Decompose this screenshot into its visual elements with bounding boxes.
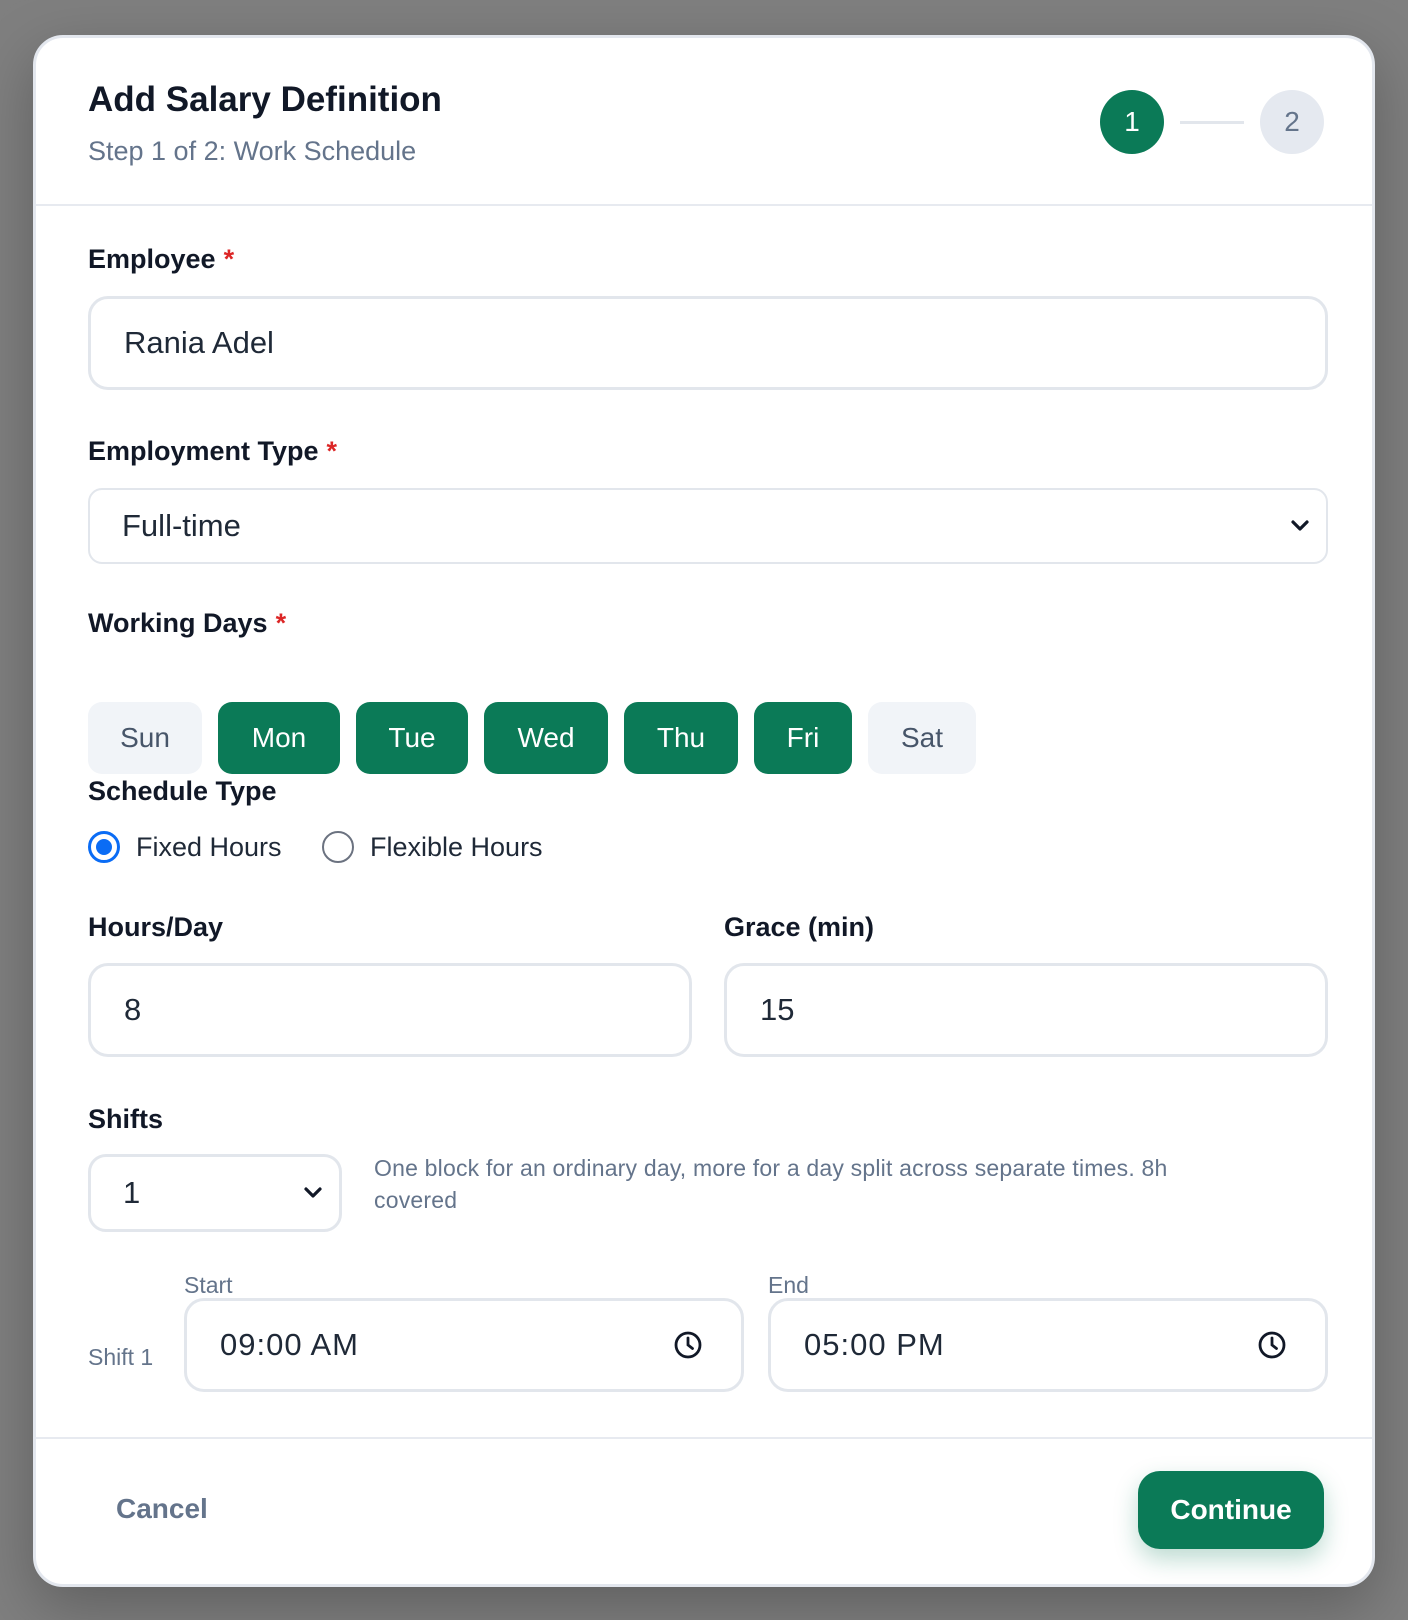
day-toggle-mon[interactable]: Mon — [218, 702, 340, 774]
shift-name-label: Shift 1 — [88, 1344, 154, 1370]
shift-start-label: Start — [184, 1272, 233, 1298]
schedule-type-label: Schedule Type — [88, 776, 277, 806]
required-mark: * — [275, 608, 287, 638]
employment-type-select[interactable]: Full-time — [88, 488, 1328, 564]
employee-label-text: Employee — [88, 244, 216, 274]
radio-fixed-hours-label: Fixed Hours — [136, 831, 282, 862]
grace-label: Grace (min) — [724, 912, 875, 942]
cancel-button[interactable]: Cancel — [116, 1493, 208, 1525]
modal-header: Add Salary Definition Step 1 of 2: Work … — [36, 38, 1372, 206]
radio-flexible-hours-label: Flexible Hours — [370, 831, 543, 862]
radio-fixed-hours[interactable]: Fixed Hours — [88, 831, 282, 863]
modal-subtitle: Step 1 of 2: Work Schedule — [88, 136, 417, 166]
shifts-count-value: 1 — [123, 1175, 141, 1210]
chevron-down-icon — [304, 1187, 322, 1198]
step-connector — [1180, 120, 1244, 124]
employment-type-value: Full-time — [122, 508, 241, 543]
employment-type-label: Employment Type * — [88, 436, 337, 467]
step-2-indicator: 2 — [1260, 90, 1324, 154]
radio-button-checked[interactable] — [88, 831, 120, 863]
required-mark: * — [223, 244, 235, 274]
day-toggle-fri[interactable]: Fri — [754, 702, 852, 774]
hours-per-day-label: Hours/Day — [88, 912, 224, 942]
working-days-label-text: Working Days — [88, 608, 268, 638]
day-toggle-wed[interactable]: Wed — [484, 702, 608, 774]
clock-icon[interactable] — [1257, 1330, 1287, 1360]
shift-end-value: 05:00 PM — [804, 1327, 945, 1362]
employee-label: Employee * — [88, 244, 234, 275]
grace-value: 15 — [760, 992, 795, 1027]
required-mark: * — [326, 436, 338, 466]
employee-input[interactable]: Rania Adel — [88, 296, 1328, 390]
shift-start-value: 09:00 AM — [220, 1327, 359, 1362]
day-toggle-sat[interactable]: Sat — [868, 702, 976, 774]
hours-per-day-input[interactable]: 8 — [88, 963, 692, 1057]
grace-input[interactable]: 15 — [724, 963, 1328, 1057]
employee-value: Rania Adel — [124, 325, 274, 360]
modal-title: Add Salary Definition — [88, 80, 442, 119]
chevron-down-icon — [1291, 520, 1309, 531]
stepper: 1 2 — [1100, 90, 1324, 154]
modal-footer: Cancel Continue — [36, 1437, 1372, 1584]
shift-end-label: End — [768, 1272, 809, 1298]
day-toggle-sun[interactable]: Sun — [88, 702, 202, 774]
salary-definition-modal: Add Salary Definition Step 1 of 2: Work … — [33, 35, 1375, 1587]
hours-per-day-value: 8 — [124, 992, 142, 1027]
radio-flexible-hours[interactable]: Flexible Hours — [322, 831, 543, 863]
clock-icon[interactable] — [673, 1330, 703, 1360]
shift-end-time-input[interactable]: 05:00 PM — [768, 1298, 1328, 1392]
shift-start-time-input[interactable]: 09:00 AM — [184, 1298, 744, 1392]
day-toggle-thu[interactable]: Thu — [624, 702, 738, 774]
working-days-label: Working Days * — [88, 608, 286, 639]
shifts-label: Shifts — [88, 1104, 164, 1134]
radio-button-unchecked[interactable] — [322, 831, 354, 863]
working-days-group: Sun Mon Tue Wed Thu Fri Sat — [88, 702, 988, 774]
day-toggle-tue[interactable]: Tue — [356, 702, 468, 774]
step-1-indicator: 1 — [1100, 90, 1164, 154]
shifts-hint: One block for an ordinary day, more for … — [374, 1155, 1168, 1213]
shifts-count-select[interactable]: 1 — [88, 1154, 342, 1232]
employment-type-label-text: Employment Type — [88, 436, 319, 466]
continue-button[interactable]: Continue — [1138, 1471, 1324, 1549]
